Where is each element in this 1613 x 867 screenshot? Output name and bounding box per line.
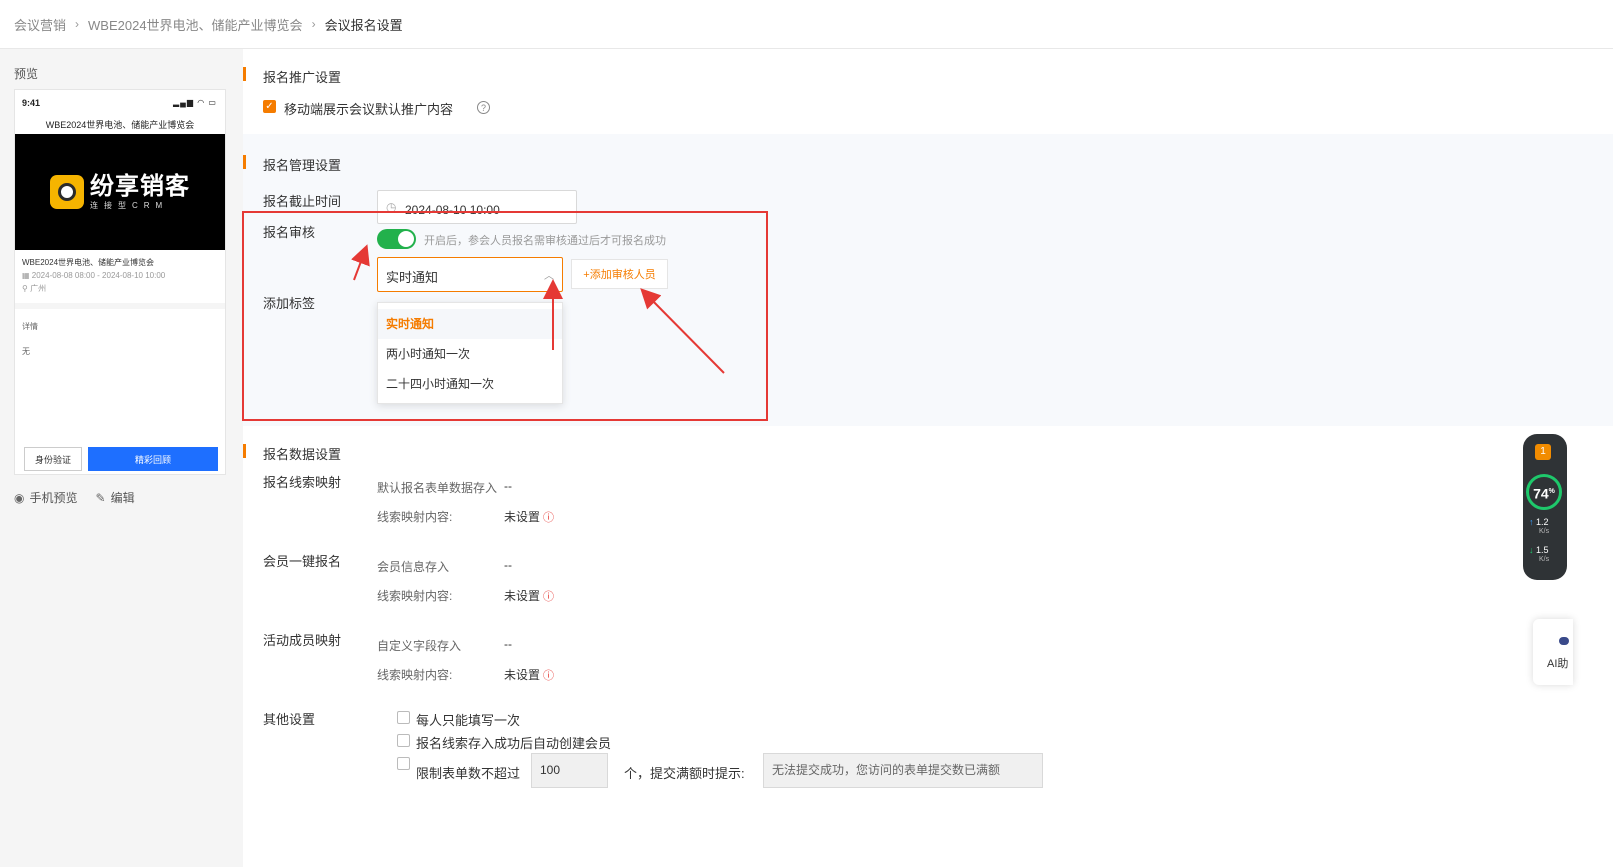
once-per-person-checkbox[interactable] bbox=[397, 711, 410, 724]
help-icon[interactable]: ? bbox=[477, 101, 490, 114]
data-section-title: 报名数据设置 bbox=[263, 447, 342, 462]
notify-selected-value: 实时通知 bbox=[386, 270, 439, 285]
mapping-value: -- bbox=[504, 558, 512, 572]
limit-forms-label: 限制表单数不超过 bbox=[416, 766, 521, 781]
eye-icon: ◉ bbox=[14, 490, 25, 505]
chevron-up-icon: ︿ bbox=[544, 271, 554, 282]
upload-arrow-icon: ↑ bbox=[1529, 517, 1534, 527]
auto-create-member-label: 报名线索存入成功后自动创建会员 bbox=[416, 736, 612, 751]
section-marker bbox=[243, 155, 246, 169]
group-label-member-mapping: 活动成员映射 bbox=[263, 633, 342, 648]
review-label: 报名审核 bbox=[263, 225, 316, 240]
deadline-label: 报名截止时间 bbox=[263, 194, 342, 209]
ai-assistant-label: AI助 bbox=[1547, 658, 1569, 670]
group-label-member-signup: 会员一键报名 bbox=[263, 554, 342, 569]
phone-preview: 9:41 ▂▄▆ ◠ ▭ WBE2024世界电池、储能产业博览会 纷享销客 连接… bbox=[14, 89, 226, 475]
mapping-key: 自定义字段存入 bbox=[377, 639, 462, 653]
promo-section-title: 报名推广设置 bbox=[263, 70, 342, 85]
mobile-preview-label: 手机预览 bbox=[29, 491, 78, 505]
calendar-icon: ▦ bbox=[22, 271, 32, 280]
event-banner: 纷享销客 连接型CRM bbox=[15, 134, 225, 250]
deadline-value: 2024-08-10 10:00 bbox=[405, 203, 500, 217]
mapping-key: 默认报名表单数据存入 bbox=[377, 481, 498, 495]
mapping-value: -- bbox=[504, 637, 512, 651]
replay-button[interactable]: 精彩回顾 bbox=[88, 447, 218, 471]
phone-status-icons: ▂▄▆ ◠ ▭ bbox=[173, 98, 217, 107]
notify-option[interactable]: 两小时通知一次 bbox=[378, 339, 562, 369]
usage-ring: 74% bbox=[1526, 474, 1562, 510]
event-name: WBE2024世界电池、储能产业博览会 bbox=[22, 258, 155, 267]
network-monitor-widget[interactable]: 1 74% ↑ 1.2 K/s ↓ 1.5 K/s bbox=[1523, 434, 1567, 580]
breadcrumb-item-current: 会议报名设置 bbox=[324, 17, 403, 33]
auto-create-member-checkbox[interactable] bbox=[397, 734, 410, 747]
review-toggle[interactable] bbox=[377, 229, 416, 249]
banner-sub-text: 连接型CRM bbox=[90, 200, 169, 210]
phone-time: 9:41 bbox=[22, 98, 41, 108]
limit-message-input[interactable]: 无法提交成功，您访问的表单提交数已满额 bbox=[763, 753, 1043, 788]
breadcrumb-separator-icon: › bbox=[75, 17, 80, 31]
mapping-value[interactable]: 未设置 ⓘ bbox=[504, 666, 554, 683]
preview-title: 预览 bbox=[14, 67, 39, 81]
section-marker bbox=[243, 67, 246, 81]
phone-page-title: WBE2024世界电池、储能产业博览会 bbox=[45, 120, 195, 130]
limit-count-input[interactable]: 100 bbox=[531, 753, 608, 788]
preview-actions: ◉ 手机预览 ✎ 编辑 bbox=[14, 489, 153, 506]
group-label-lead-mapping: 报名线索映射 bbox=[263, 475, 342, 490]
limit-suffix-label: 个，提交满额时提示: bbox=[624, 766, 745, 781]
download-speed: ↓ 1.5 K/s bbox=[1529, 545, 1550, 564]
event-time: 2024-08-08 08:00 - 2024-08-10 10:00 bbox=[31, 271, 166, 280]
breadcrumb-item-marketing[interactable]: 会议营销 bbox=[14, 15, 66, 34]
shield-icon: 1 bbox=[1535, 444, 1551, 460]
mapping-value[interactable]: 未设置 ⓘ bbox=[504, 587, 554, 604]
limit-forms-checkbox[interactable] bbox=[397, 757, 410, 770]
mapping-key: 线索映射内容: bbox=[377, 510, 453, 524]
preview-panel: 预览 9:41 ▂▄▆ ◠ ▭ WBE2024世界电池、储能产业博览会 纷享销客… bbox=[0, 49, 243, 867]
manage-section-title: 报名管理设置 bbox=[263, 158, 342, 173]
breadcrumb-separator-icon: › bbox=[311, 17, 316, 31]
location-icon: ⚲ bbox=[22, 284, 31, 293]
banner-logo-text: 纷享销客 bbox=[90, 172, 190, 200]
notify-dropdown: 实时通知 两小时通知一次 二十四小时通知一次 bbox=[377, 302, 563, 404]
mapping-key: 线索映射内容: bbox=[377, 668, 453, 682]
section-marker bbox=[243, 444, 246, 458]
mapping-value[interactable]: 未设置 ⓘ bbox=[504, 508, 554, 525]
warning-icon: ⓘ bbox=[543, 591, 555, 603]
mapping-key: 会员信息存入 bbox=[377, 560, 450, 574]
upload-speed: ↑ 1.2 K/s bbox=[1529, 517, 1550, 536]
notify-option[interactable]: 二十四小时通知一次 bbox=[378, 369, 562, 399]
breadcrumb-item-event[interactable]: WBE2024世界电池、储能产业博览会 bbox=[88, 15, 303, 34]
detail-label: 详情 bbox=[22, 322, 38, 331]
event-place: 广州 bbox=[30, 284, 47, 293]
deadline-input[interactable]: ◷ 2024-08-10 10:00 bbox=[377, 190, 577, 224]
detail-value: 无 bbox=[22, 347, 30, 356]
event-info: WBE2024世界电池、储能产业博览会 ▦ 2024-08-08 08:00 -… bbox=[22, 256, 165, 295]
notify-option[interactable]: 实时通知 bbox=[378, 309, 562, 339]
edit-button[interactable]: ✎ 编辑 bbox=[96, 489, 135, 506]
brand-logo-icon bbox=[50, 175, 84, 209]
tag-label: 添加标签 bbox=[263, 296, 316, 311]
edit-icon: ✎ bbox=[95, 490, 106, 505]
other-settings-label: 其他设置 bbox=[263, 712, 316, 727]
divider bbox=[15, 303, 225, 309]
once-per-person-label: 每人只能填写一次 bbox=[416, 713, 521, 728]
review-hint: 开启后，参会人员报名需审核通过后才可报名成功 bbox=[424, 235, 666, 247]
verify-button[interactable]: 身份验证 bbox=[24, 447, 82, 471]
promo-checkbox[interactable]: ✓ bbox=[263, 100, 276, 113]
warning-icon: ⓘ bbox=[543, 512, 555, 524]
breadcrumb: 会议营销 › WBE2024世界电池、储能产业博览会 › 会议报名设置 bbox=[0, 0, 1613, 49]
mapping-value: -- bbox=[504, 479, 512, 493]
clock-icon: ◷ bbox=[386, 200, 397, 214]
download-arrow-icon: ↓ bbox=[1529, 545, 1534, 555]
edit-label: 编辑 bbox=[110, 491, 135, 505]
mapping-key: 线索映射内容: bbox=[377, 589, 453, 603]
warning-icon: ⓘ bbox=[543, 670, 555, 682]
notify-select[interactable]: 实时通知 ︿ bbox=[377, 257, 563, 292]
ai-assistant-button[interactable]: AI助 bbox=[1533, 619, 1573, 685]
robot-icon bbox=[1559, 637, 1569, 645]
add-reviewer-button[interactable]: +添加审核人员 bbox=[571, 259, 668, 289]
mobile-preview-button[interactable]: ◉ 手机预览 bbox=[14, 489, 78, 506]
promo-checkbox-label: 移动端展示会议默认推广内容 bbox=[284, 102, 454, 117]
